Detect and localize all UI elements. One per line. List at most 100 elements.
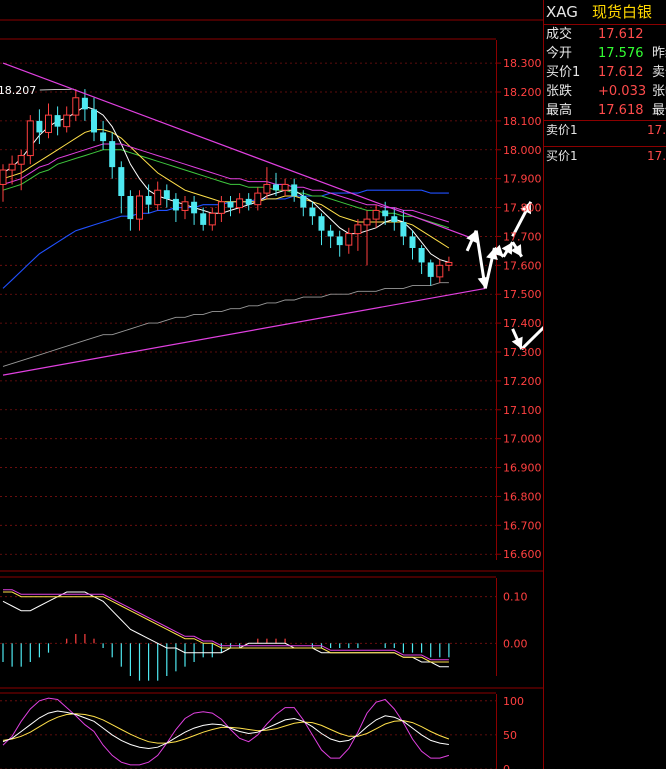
quote-label: 买价1 <box>546 65 581 80</box>
candle-body-up <box>136 195 143 220</box>
y-tick-label: 17.700 <box>503 230 542 243</box>
candle-body-down <box>309 207 316 217</box>
y-tick-label: 18.200 <box>503 86 542 99</box>
bid-value: 17.6 <box>647 149 666 163</box>
candle-body-up <box>217 201 225 214</box>
candle-body-up <box>208 212 216 226</box>
candle-body-up <box>8 163 16 171</box>
quote-label: 最高 <box>546 103 573 118</box>
y-tick-label: 16.700 <box>503 519 542 532</box>
candle-body-up <box>281 183 289 191</box>
candle-body-down <box>336 236 343 246</box>
ma-gray-line <box>2 282 449 367</box>
bid-row: 买价1 17.6 <box>544 147 666 172</box>
candle-body-down <box>145 196 152 205</box>
candle-body-down <box>172 198 179 211</box>
y-tick-label: 18.100 <box>503 115 542 128</box>
quote-panel: XAG 现货白银 成交 17.612 今开 17.576 昨结买价1 17.612 卖价张跌… <box>543 0 666 769</box>
candle-body-up <box>354 224 362 235</box>
candle-body-down <box>300 196 307 208</box>
candle-body-down <box>427 262 434 277</box>
candle-body-down <box>273 184 279 191</box>
macd-dea-line <box>3 591 449 663</box>
candle-body-up <box>45 114 52 133</box>
bid-label: 买价1 <box>546 149 578 163</box>
quote-rows: 成交 17.612 今开 17.576 昨结买价1 17.612 卖价张跌 +0.033 张幅最… <box>544 25 666 121</box>
candle-body-up <box>254 192 262 206</box>
candle-body-up <box>181 201 189 211</box>
quote-extra-label: 最低 <box>652 103 666 118</box>
quote-value: 17.612 <box>598 27 644 42</box>
candle-body-down <box>391 216 398 222</box>
candle-body-up <box>236 198 244 209</box>
macd-tick-label: 0.10 <box>503 591 528 604</box>
candle-body-down <box>127 196 134 220</box>
candle-body-up <box>17 155 25 165</box>
ask-value: 17.6 <box>647 123 666 137</box>
quote-label: 今开 <box>546 46 573 61</box>
candle-body-down <box>118 167 125 196</box>
macd-tick-label: 0.00 <box>503 637 528 650</box>
candle-body-down <box>163 190 170 199</box>
candle-body-up <box>363 218 371 226</box>
instrument-name: 现货白银 <box>592 3 653 21</box>
candle-body-up <box>345 233 353 246</box>
y-tick-label: 17.400 <box>503 317 542 330</box>
high-annotation: 18.207 <box>0 84 36 97</box>
y-tick-label: 16.900 <box>503 462 542 475</box>
y-tick-label: 17.300 <box>503 346 542 359</box>
candle-body-up <box>0 169 7 185</box>
candle-body-up <box>263 183 271 194</box>
quote-row: 买价1 17.612 卖价 <box>544 63 666 82</box>
candle-body-down <box>291 184 298 196</box>
candle-body-down <box>100 132 107 142</box>
quote-header: XAG 现货白银 <box>544 0 666 25</box>
candle-body-down <box>400 222 407 237</box>
y-tick-label: 17.900 <box>503 173 542 186</box>
candle-body-down <box>409 236 416 248</box>
y-tick-label: 18.000 <box>503 144 542 157</box>
candlesticks <box>0 88 453 286</box>
macd-signal-line <box>3 589 449 661</box>
candle-body-down <box>54 115 61 127</box>
y-tick-label: 17.000 <box>503 433 542 446</box>
candle-body-down <box>191 201 198 214</box>
panel-frames <box>0 19 543 769</box>
quote-value: 17.576 <box>598 46 644 61</box>
symbol-code: XAG <box>546 3 578 21</box>
indicator-panels <box>2 589 450 766</box>
kdj-tick-label: 50 <box>503 729 517 742</box>
y-tick-label: 17.500 <box>503 288 542 301</box>
lower-trendline <box>2 287 486 376</box>
quote-row: 今开 17.576 昨结 <box>544 44 666 63</box>
quote-extra-label: 张幅 <box>652 84 666 99</box>
y-tick-label: 16.800 <box>503 490 542 503</box>
ma-yellow-line <box>2 129 450 249</box>
quote-value: 17.618 <box>598 103 644 118</box>
quote-row: 成交 17.612 <box>544 25 666 44</box>
candle-body-up <box>445 261 453 266</box>
candle-body-down <box>418 248 425 263</box>
y-tick-label: 17.600 <box>503 259 542 272</box>
quote-row: 张跌 +0.033 张幅 <box>544 82 666 101</box>
quote-value: 17.612 <box>598 65 644 80</box>
quote-label: 成交 <box>546 27 573 42</box>
annotation-leader <box>39 88 74 91</box>
y-axis-labels: 18.300 18.200 18.100 18.000 17.900 17.800 17.7… <box>503 57 542 769</box>
upper-trendline <box>2 62 480 242</box>
candle-body-up <box>72 97 80 116</box>
ask-row: 卖价1 17.6 <box>544 121 666 147</box>
quote-value: +0.033 <box>598 84 647 99</box>
grid-lines <box>0 62 501 769</box>
candle-body-up <box>63 114 71 128</box>
kdj-tick-label: 0 <box>503 763 510 769</box>
candle-body-down <box>318 216 325 231</box>
y-tick-label: 17.100 <box>503 404 542 417</box>
quote-extra-label: 昨结 <box>652 46 666 61</box>
candle-body-up <box>154 189 162 206</box>
candle-body-down <box>109 141 116 168</box>
candle-body-down <box>227 201 234 208</box>
y-tick-label: 17.800 <box>503 202 542 215</box>
ma-white-line <box>2 105 450 263</box>
y-tick-label: 18.300 <box>503 57 542 70</box>
